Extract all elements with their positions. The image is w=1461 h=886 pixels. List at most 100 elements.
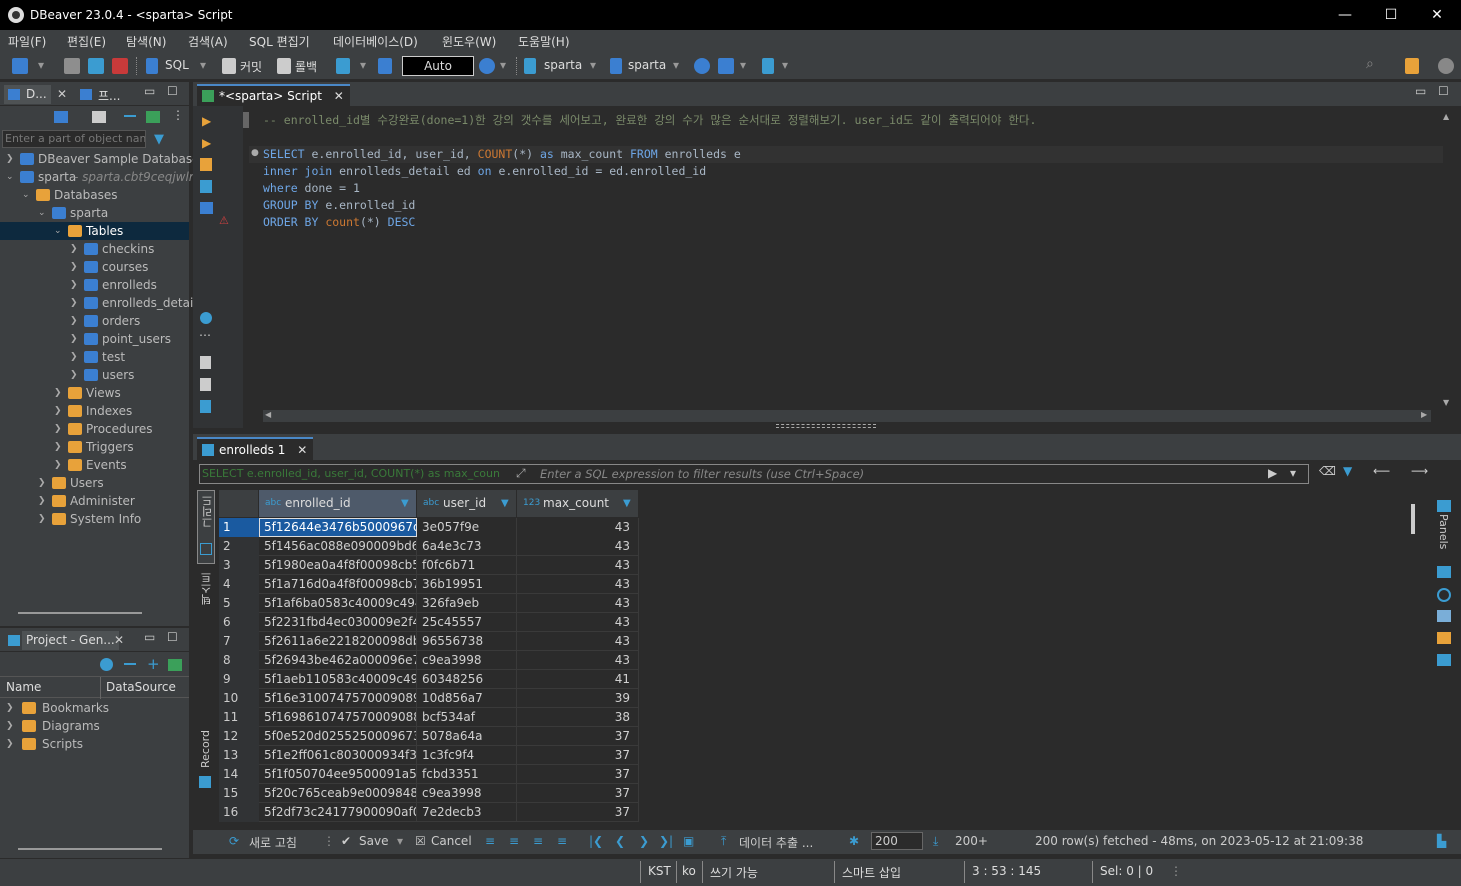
minimize-icon[interactable]: ▭	[144, 84, 155, 98]
active-datasource-selector[interactable]: sparta	[544, 58, 582, 72]
perspective-icon[interactable]	[1405, 58, 1419, 74]
tree-item[interactable]: ❯ enrolleds	[0, 276, 189, 294]
expand-arrow-icon[interactable]: ❯	[70, 240, 82, 258]
expand-arrow-icon[interactable]: ❯	[70, 312, 82, 330]
export-icon[interactable]	[200, 356, 211, 369]
max-count-cell[interactable]: 43	[517, 518, 639, 537]
execute-statement-icon[interactable]: ▶	[202, 114, 211, 128]
table-row[interactable]: 55f1af6ba0583c40009c4947a326fa9eb43	[219, 594, 639, 613]
tree-item[interactable]: ⌄ sparta	[0, 204, 189, 222]
expand-arrow-icon[interactable]: ❯	[6, 150, 18, 168]
eraser-icon[interactable]: ⌫	[1319, 464, 1336, 478]
scroll-right-icon[interactable]: ▶	[1421, 410, 1427, 419]
table-row[interactable]: 155f20c765ceab9e0009848d70c9ea399837	[219, 784, 639, 803]
dashboard-icon[interactable]	[694, 58, 710, 74]
menu-help[interactable]: 도움말(H)	[518, 33, 570, 50]
maximize-icon[interactable]: ☐	[1438, 84, 1449, 98]
max-count-cell[interactable]: 43	[517, 556, 639, 575]
column-name-header[interactable]: Name	[6, 680, 41, 694]
fetch-size-input[interactable]: 200	[871, 832, 923, 850]
sort-arrow-icon[interactable]: ▼	[623, 490, 631, 517]
enrolled-id-cell[interactable]: 5f1e2ff061c803000934f349	[259, 746, 417, 765]
expand-arrow-icon[interactable]: ❯	[70, 330, 82, 348]
delete-row-icon[interactable]: ≡	[557, 834, 567, 848]
horizontal-scrollbar[interactable]	[18, 848, 162, 850]
user-id-cell[interactable]: 6a4e3c73	[417, 537, 517, 556]
references-icon[interactable]	[1437, 654, 1451, 666]
max-count-cell[interactable]: 37	[517, 727, 639, 746]
save-button[interactable]: Save	[359, 834, 388, 848]
enrolled-id-cell[interactable]: 5f1a716d0a4f8f00098cb7f7	[259, 575, 417, 594]
max-count-cell[interactable]: 37	[517, 746, 639, 765]
navigator-filter-input[interactable]: Enter a part of object name	[2, 130, 146, 148]
menu-database[interactable]: 데이터베이스(D)	[333, 33, 418, 50]
collapse-arrow-icon[interactable]: ⌄	[38, 204, 50, 222]
minimize-icon[interactable]: ▭	[1415, 84, 1426, 98]
enrolled-id-cell[interactable]: 5f2611a6e2218200098dbd6d	[259, 632, 417, 651]
max-count-cell[interactable]: 37	[517, 784, 639, 803]
lock-icon[interactable]	[378, 58, 392, 74]
user-id-cell[interactable]: 25c45557	[417, 613, 517, 632]
tree-item[interactable]: ❯ Indexes	[0, 402, 189, 420]
max-count-cell[interactable]: 43	[517, 575, 639, 594]
max-count-cell[interactable]: 37	[517, 803, 639, 822]
tree-item[interactable]: ❯ Events	[0, 456, 189, 474]
previous-page-icon[interactable]: ❮	[615, 834, 625, 848]
table-row[interactable]: 35f1980ea0a4f8f00098cb593f0fc6b7143	[219, 556, 639, 575]
sql-button[interactable]: SQL	[165, 58, 189, 72]
menu-navigate[interactable]: 탐색(N)	[126, 33, 166, 50]
back-icon[interactable]: ⟵	[1373, 464, 1390, 478]
max-count-cell[interactable]: 43	[517, 537, 639, 556]
tree-item[interactable]: ❯ point_users	[0, 330, 189, 348]
menu-file[interactable]: 파일(F)	[8, 33, 46, 50]
splitter-handle[interactable]	[776, 424, 876, 428]
filter-icon[interactable]: ▼	[154, 132, 164, 147]
layout-icon[interactable]: ▙	[1437, 834, 1446, 848]
cancel-button[interactable]: Cancel	[431, 834, 472, 848]
forward-icon[interactable]: ⟶	[1411, 464, 1428, 478]
maximize-icon[interactable]: ☐	[167, 84, 178, 98]
tree-item[interactable]: ❯ courses	[0, 258, 189, 276]
horizontal-scrollbar[interactable]: ◀ ▶	[263, 410, 1431, 422]
column-header-user-id[interactable]: abc user_id ▼	[417, 490, 517, 517]
expand-arrow-icon[interactable]: ❯	[38, 474, 50, 492]
user-id-cell[interactable]: 10d856a7	[417, 689, 517, 708]
last-page-icon[interactable]: ❯|	[659, 834, 673, 848]
scroll-up-icon[interactable]: ▲	[1443, 112, 1449, 121]
fetch-more-button[interactable]: 200+	[955, 834, 988, 848]
user-id-cell[interactable]: 60348256	[417, 670, 517, 689]
execute-script-icon[interactable]: ▶	[202, 136, 211, 150]
max-count-cell[interactable]: 43	[517, 594, 639, 613]
new-connection-icon[interactable]	[12, 58, 28, 74]
user-id-cell[interactable]: fcbd3351	[417, 765, 517, 784]
enrolled-id-cell[interactable]: 5f1af6ba0583c40009c4947a	[259, 594, 417, 613]
tree-item[interactable]: ❯ Administer	[0, 492, 189, 510]
results-filter-bar[interactable]: SELECT e.enrolled_id, user_id, COUNT(*) …	[199, 464, 1309, 484]
enrolled-id-cell[interactable]: 5f0e520d0255250009673ba4	[259, 727, 417, 746]
rollback-button[interactable]: 롤백	[295, 58, 317, 75]
sort-arrow-icon[interactable]: ▼	[501, 490, 509, 517]
disconnect-icon[interactable]	[112, 58, 128, 74]
search-icon[interactable]: ⌕	[1366, 56, 1374, 72]
expand-arrow-icon[interactable]: ❯	[70, 258, 82, 276]
table-row[interactable]: 115f1698610747570009088a6abcf534af38	[219, 708, 639, 727]
user-id-cell[interactable]: 7e2decb3	[417, 803, 517, 822]
connect-icon[interactable]	[64, 58, 80, 74]
grouping-icon[interactable]	[1437, 610, 1451, 622]
datasource-dropdown-icon[interactable]: ▾	[590, 58, 596, 72]
edit-row-icon[interactable]: ≡	[485, 834, 495, 848]
max-count-cell[interactable]: 39	[517, 689, 639, 708]
user-id-cell[interactable]: bcf534af	[417, 708, 517, 727]
table-row[interactable]: 13 5f1e2ff061c803000934f349 1c3fc9f4 37	[219, 746, 639, 765]
project-item-bookmarks[interactable]: ❯ Bookmarks	[6, 699, 186, 717]
apply-filter-icon[interactable]: ▶	[1268, 466, 1277, 480]
max-count-cell[interactable]: 41	[517, 670, 639, 689]
expand-arrow-icon[interactable]: ❯	[54, 402, 66, 420]
search-tool-icon[interactable]	[762, 58, 774, 74]
enrolled-id-cell[interactable]: 5f2df73c24177900090af0e0	[259, 803, 417, 822]
table-row[interactable]: 165f2df73c24177900090af0e07e2decb337	[219, 803, 639, 822]
tree-item[interactable]: ⌄ Tables	[0, 222, 189, 240]
metadata-icon[interactable]	[1437, 588, 1451, 602]
expand-arrow-icon[interactable]: ❯	[70, 294, 82, 312]
link-editor-icon[interactable]	[146, 111, 160, 123]
